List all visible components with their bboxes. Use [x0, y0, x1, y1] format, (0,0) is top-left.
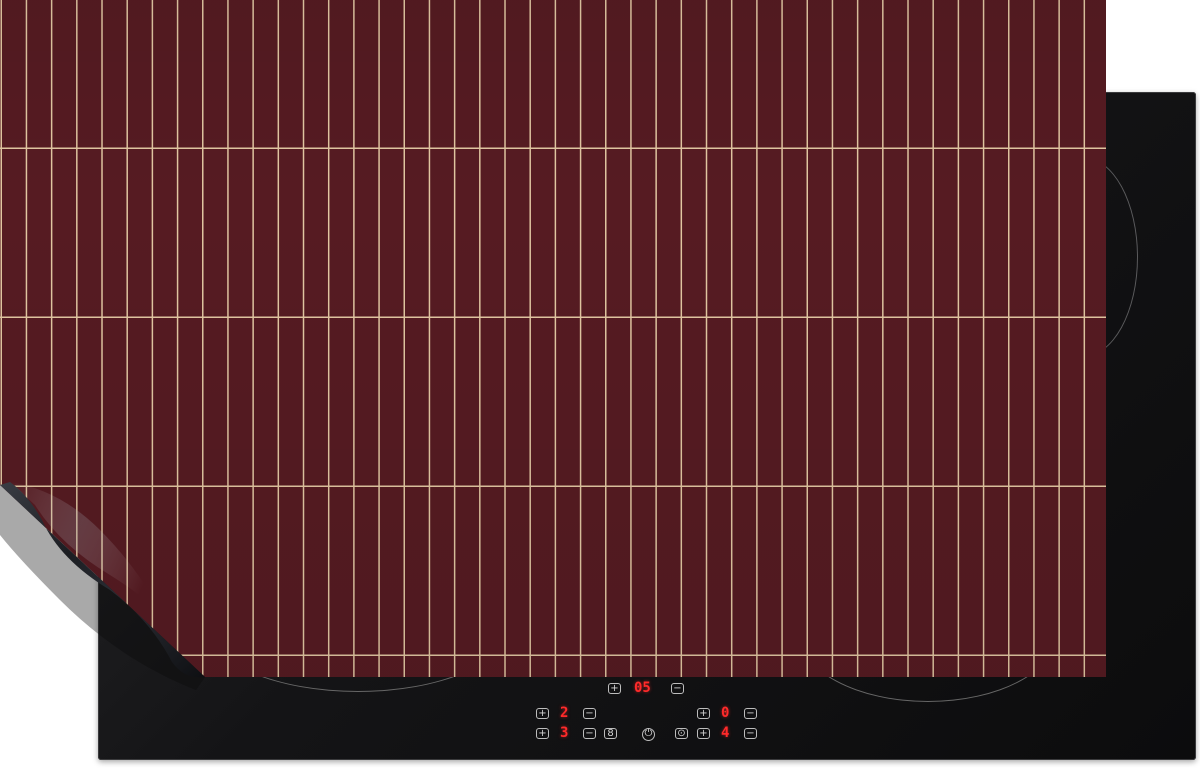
product-photo: + 05 − + 2 − + 0 − + 3 − 8 ⏻ ⊙ + 4 − [0, 0, 1200, 768]
zone-rear-right-display: 4 [721, 725, 730, 741]
zone-rear-left-plus-button[interactable]: + [536, 728, 549, 739]
zone-left-plus-button[interactable]: + [536, 708, 549, 719]
timer-display: 05 [634, 680, 651, 696]
zone-left-display: 2 [560, 705, 569, 721]
zone-rear-left-minus-button[interactable]: − [583, 728, 596, 739]
key-lock-button[interactable]: ⊙ [675, 728, 688, 739]
timer-minus-button[interactable]: − [671, 683, 684, 694]
zone-right-minus-button[interactable]: − [744, 708, 757, 719]
power-button[interactable]: ⏻ [642, 728, 655, 741]
zone-rear-right-plus-button[interactable]: + [697, 728, 710, 739]
zone-right-plus-button[interactable]: + [697, 708, 710, 719]
timer-plus-button[interactable]: + [608, 683, 621, 694]
zone-right-display: 0 [721, 705, 730, 721]
lock-button[interactable]: 8 [604, 728, 617, 739]
zone-rear-right-minus-button[interactable]: − [744, 728, 757, 739]
zone-rear-left-display: 3 [560, 725, 569, 741]
hob-cover-mat [0, 0, 1106, 677]
zone-left-minus-button[interactable]: − [583, 708, 596, 719]
